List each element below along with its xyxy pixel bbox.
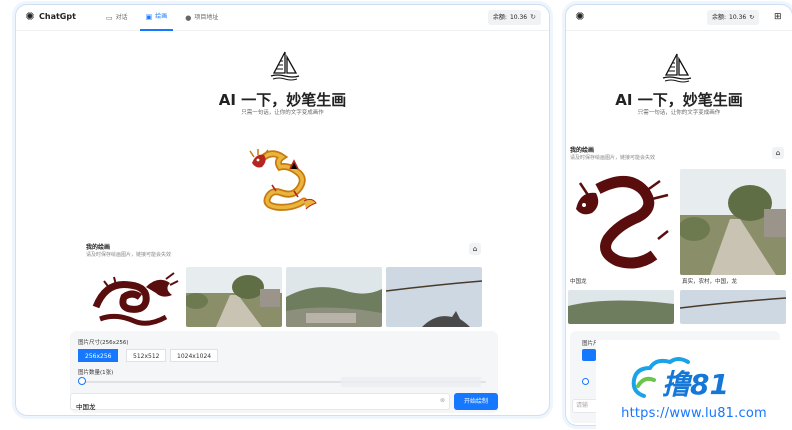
tab-project-label: 项目地址 (194, 14, 219, 21)
tab-chat-label: 对话 (115, 14, 128, 21)
github-icon: ● (185, 14, 192, 22)
hero-title: AI 一下，妙笔生画 (615, 91, 743, 109)
tab-chat[interactable]: ▭ 对话 (100, 5, 134, 31)
roof-sky-image (680, 290, 786, 324)
lu81-logo-text: 撸81 (662, 368, 729, 401)
chat-icon: ▭ (106, 14, 113, 22)
count-slider-handle[interactable] (582, 378, 589, 385)
caption-village: 真实，农村，中国，龙 (682, 279, 738, 285)
refresh-icon[interactable]: ↻ (530, 10, 536, 25)
balance-value: 10.36 (729, 14, 747, 21)
top-bar: ✺ ChatGpt ▭ 对话 ▣ 绘画 ● 项目地址 余额: 10.36 ↻ (16, 5, 549, 31)
hero-title: AI 一下，妙笔生画 (218, 91, 347, 109)
gallery-thumb-village[interactable] (680, 169, 786, 275)
size-1024-button[interactable]: 1024x1024 (170, 349, 219, 362)
gallery-thumb-roof[interactable] (386, 267, 482, 327)
valley-village-image (286, 267, 382, 327)
balance-badge: 余额: 10.36 ↻ (487, 10, 541, 25)
store-icon[interactable]: ⌂ (469, 243, 481, 255)
size-512-button[interactable]: 512x512 (126, 349, 167, 362)
size-256-button[interactable] (582, 349, 596, 361)
openai-logo-icon[interactable]: ✺ (574, 11, 586, 23)
caption-dragon: 中国龙 (570, 279, 587, 285)
my-drawings-subtitle: 请及时保存绘画图片，链接可能会失效 (86, 252, 172, 258)
gallery-thumb-dragon[interactable] (86, 267, 182, 327)
tab-drawing-label: 绘画 (155, 13, 168, 20)
desktop-window: ✺ ChatGpt ▭ 对话 ▣ 绘画 ● 项目地址 余额: 10.36 ↻ A… (15, 4, 550, 416)
village-road-image (680, 169, 786, 275)
generated-dragon-image[interactable] (246, 147, 320, 211)
prompt-input[interactable] (71, 398, 431, 414)
prompt-field[interactable]: ⊗ (70, 393, 450, 414)
size-label: 图片尺寸(256x256) (78, 340, 129, 346)
lu81-logo: 撸81 (631, 357, 729, 401)
mobile-top-bar: ✺ 余额: 10.36 ↻ ⊞ (566, 5, 792, 31)
valley-village-image (568, 290, 674, 324)
gallery-thumb-roof[interactable] (680, 290, 786, 324)
watermark-url: https://www.lu81.com (621, 406, 767, 421)
dragon-ink-image (568, 169, 674, 275)
my-drawings-title: 我的绘画 (86, 244, 111, 251)
size-256-button[interactable]: 256x256 (78, 349, 119, 362)
grid-menu-icon[interactable]: ⊞ (774, 12, 782, 22)
gallery-thumb-dragon[interactable] (568, 169, 674, 275)
sailboat-icon (662, 53, 692, 83)
store-icon[interactable]: ⌂ (772, 147, 784, 159)
start-drawing-button[interactable]: 开始绘制 (454, 393, 498, 410)
balance-label: 余额: (712, 14, 727, 21)
dragon-ink-image (86, 267, 182, 327)
village-road-image (186, 267, 282, 327)
blurred-area (341, 377, 481, 387)
refresh-icon[interactable]: ↻ (749, 10, 754, 25)
tab-drawing[interactable]: ▣ 绘画 (139, 5, 174, 31)
my-drawings-subtitle: 请及时保存绘画图片，链接可能会失效 (570, 155, 656, 161)
count-slider-handle[interactable] (78, 377, 86, 385)
gallery-thumb-valley[interactable] (568, 290, 674, 324)
brand-name: ChatGpt (39, 12, 76, 21)
roof-sky-image (386, 267, 482, 327)
hero-subtitle: 只需一句话，让你的文字变成画作 (637, 110, 721, 116)
balance-label: 余额: (492, 14, 507, 21)
my-drawings-title: 我的绘画 (570, 147, 595, 154)
image-icon: ▣ (145, 13, 153, 21)
nav-tabs: ▭ 对话 ▣ 绘画 ● 项目地址 (100, 5, 224, 31)
mobile-balance-badge: 余额: 10.36 ↻ (707, 10, 760, 25)
count-label: 图片数量(1张) (78, 370, 114, 376)
openai-logo-icon[interactable]: ✺ (24, 11, 36, 23)
hero-subtitle: 只需一句话，让你的文字变成画作 (241, 110, 324, 116)
clear-icon[interactable]: ⊗ (440, 397, 445, 404)
gallery-thumb-village[interactable] (186, 267, 282, 327)
tab-project[interactable]: ● 项目地址 (179, 5, 224, 31)
sailboat-icon (270, 51, 300, 81)
gallery-thumb-valley[interactable] (286, 267, 382, 327)
balance-value: 10.36 (509, 14, 528, 21)
